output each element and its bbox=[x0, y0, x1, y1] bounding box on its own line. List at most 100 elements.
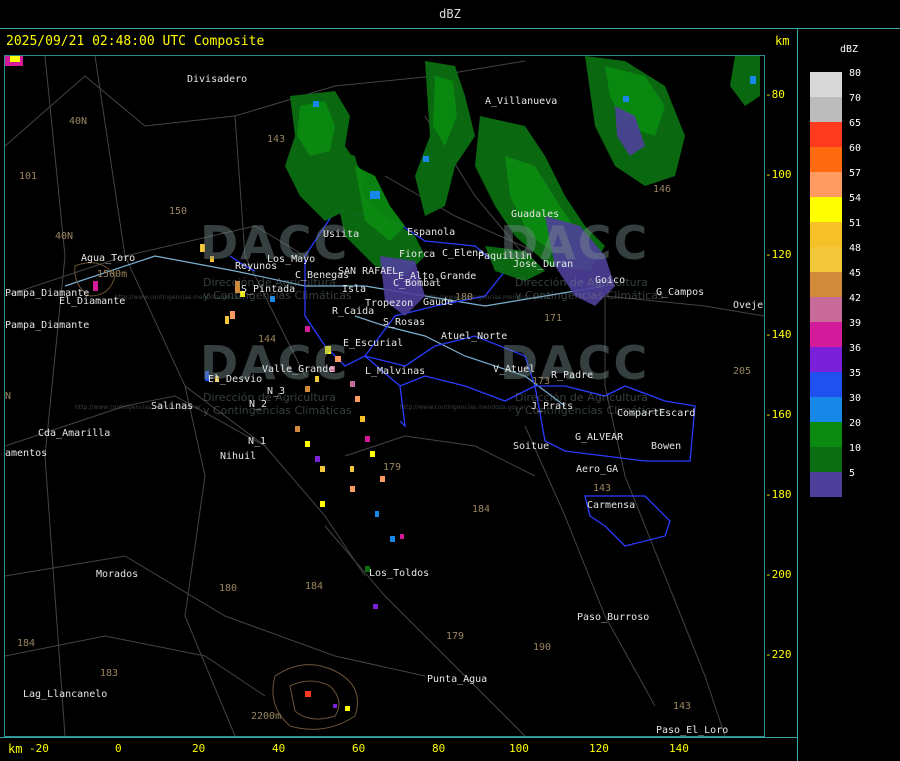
map-base-layer bbox=[5, 56, 764, 736]
place-label: Pampa_Diamante bbox=[5, 320, 90, 331]
watermark-line2: y Contingencias Climáticas bbox=[203, 404, 352, 417]
y-tick-label: -120 bbox=[765, 248, 792, 261]
elevation-label: 1500m bbox=[97, 269, 128, 280]
place-label: V_Atuel bbox=[493, 364, 536, 375]
legend-swatch: 42 bbox=[810, 293, 861, 322]
place-label: N_3 bbox=[267, 386, 286, 397]
route-label: 190 bbox=[533, 642, 552, 653]
legend-value-label: 48 bbox=[849, 243, 862, 254]
place-label: G_Campos bbox=[656, 287, 705, 298]
place-label: Fiorca bbox=[399, 249, 436, 260]
y-tick-label: -180 bbox=[765, 488, 792, 501]
place-label: Punta_Agua bbox=[427, 674, 488, 685]
legend-value-label: 60 bbox=[849, 143, 862, 154]
place-label: Divisadero bbox=[187, 74, 248, 85]
watermark-url: http://www.contingencias.mendoza.gov.ar bbox=[115, 294, 242, 301]
place-label: Usiita bbox=[323, 229, 360, 240]
place-label: Atuel_Norte bbox=[441, 331, 508, 342]
place-label: Guadales bbox=[511, 209, 560, 220]
place-label: Carmensa bbox=[587, 500, 636, 511]
legend-swatch: 70 bbox=[810, 93, 861, 122]
color-legend: 80 70 65 60 57 54 51 48 45 42 39 36 35 30 20 10 5 bbox=[810, 68, 861, 497]
x-tick-label: 100 bbox=[509, 742, 529, 755]
legend-value-label: 10 bbox=[849, 443, 862, 454]
place-label: Nihuil bbox=[220, 451, 257, 462]
legend-swatch: 54 bbox=[810, 193, 861, 222]
radar-viewer: dBZ 2025/09/21 02:48:00 UTC Composite km bbox=[0, 0, 900, 761]
km-unit-label-top: km bbox=[775, 34, 790, 48]
legend-swatch: 65 bbox=[810, 118, 861, 147]
legend-value-label: 57 bbox=[849, 168, 862, 179]
y-tick-label: -160 bbox=[765, 408, 792, 421]
y-tick-label: -140 bbox=[765, 328, 792, 341]
legend-swatch: 60 bbox=[810, 143, 861, 172]
legend-swatch: 48 bbox=[810, 243, 861, 272]
place-label: Paso_Burroso bbox=[577, 612, 650, 623]
place-label: S_Pintada bbox=[241, 284, 296, 295]
legend-value-label: 51 bbox=[849, 218, 862, 229]
place-label: N_1 bbox=[248, 436, 267, 447]
place-label: G_ALVEAR bbox=[575, 432, 624, 443]
bottom-separator bbox=[0, 737, 797, 738]
legend-swatch: 5 bbox=[810, 468, 855, 497]
legend-value-label: 39 bbox=[849, 318, 862, 329]
route-label: N bbox=[5, 391, 12, 402]
place-label: C_Bombal bbox=[393, 278, 442, 289]
place-label: Aero_GA bbox=[576, 464, 619, 475]
legend-swatch: 36 bbox=[810, 343, 861, 372]
place-label: El_Diamante bbox=[59, 296, 126, 307]
legend-value-label: 5 bbox=[849, 468, 856, 479]
x-tick-label: 0 bbox=[115, 742, 122, 755]
legend-swatch: 80 bbox=[810, 68, 861, 97]
route-label: 179 bbox=[383, 462, 402, 473]
watermark-url: http://www.contingencias.mendoza.gov.ar bbox=[400, 404, 527, 411]
y-tick-label: -100 bbox=[765, 168, 792, 181]
route-label: 143 bbox=[673, 701, 692, 712]
legend-swatch: 10 bbox=[810, 443, 861, 472]
route-label: 143 bbox=[267, 134, 286, 145]
place-label: J_Prats bbox=[531, 401, 574, 412]
legend-value-label: 54 bbox=[849, 193, 862, 204]
place-label: N_2 bbox=[249, 399, 268, 410]
timestamp-label: 2025/09/21 02:48:00 UTC Composite bbox=[6, 34, 265, 49]
place-label: A_Villanueva bbox=[485, 96, 558, 107]
watermark-brand: DACC bbox=[500, 336, 650, 390]
legend-value-label: 70 bbox=[849, 93, 862, 104]
legend-panel: dBZ 80 70 65 60 57 54 51 48 45 42 39 36 35 30 20 10 5 bbox=[797, 28, 900, 761]
route-label: 179 bbox=[446, 631, 465, 642]
x-tick-label: 140 bbox=[669, 742, 689, 755]
y-tick-label: -220 bbox=[765, 648, 792, 661]
route-label: 150 bbox=[169, 206, 188, 217]
route-label: 143 bbox=[593, 483, 612, 494]
y-tick-label: -80 bbox=[765, 88, 785, 101]
legend-value-label: 65 bbox=[849, 118, 862, 129]
place-label: Morados bbox=[96, 569, 139, 580]
route-label: 40N bbox=[69, 116, 88, 127]
x-tick-label: 20 bbox=[192, 742, 206, 755]
product-title: dBZ bbox=[0, 0, 900, 29]
legend-swatch: 20 bbox=[810, 418, 861, 447]
route-label: 101 bbox=[19, 171, 38, 182]
place-label: Lag_Llancanelo bbox=[23, 689, 108, 700]
legend-swatch: 51 bbox=[810, 218, 861, 247]
x-tick-label: 80 bbox=[432, 742, 446, 755]
legend-value-label: 45 bbox=[849, 268, 862, 279]
y-tick-label: -200 bbox=[765, 568, 792, 581]
route-label: 173 bbox=[532, 376, 551, 387]
route-label: 180 bbox=[219, 583, 238, 594]
legend-value-label: 30 bbox=[849, 393, 862, 404]
legend-swatch: 39 bbox=[810, 318, 861, 347]
place-label: Goico bbox=[595, 275, 626, 286]
route-label: 144 bbox=[258, 334, 277, 345]
place-label: S_Rosas bbox=[383, 317, 426, 328]
radar-map[interactable]: DACC DACC DACC DACC Dirección de Agricul… bbox=[4, 55, 765, 737]
place-label: Cda_Amarilla bbox=[38, 428, 111, 439]
route-label: 184 bbox=[17, 638, 36, 649]
place-label: Jose_Duran bbox=[513, 259, 574, 270]
route-label: 183 bbox=[100, 668, 119, 679]
place-label: L_Malvinas bbox=[365, 366, 426, 377]
place-label: Oveje bbox=[733, 300, 764, 311]
place-label: Reyunos bbox=[235, 261, 278, 272]
x-tick-label: 60 bbox=[352, 742, 366, 755]
x-tick-label: 40 bbox=[272, 742, 286, 755]
